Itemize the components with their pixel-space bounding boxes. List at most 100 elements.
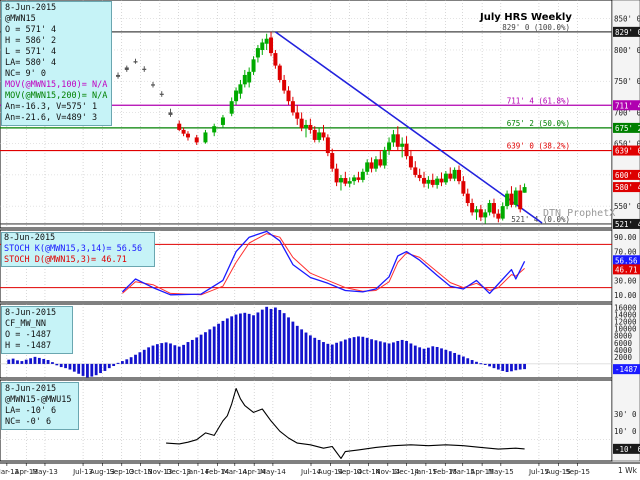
cot-bar <box>269 308 273 364</box>
cot-bar <box>186 342 190 364</box>
stoch-tick-label-4: 10.00 <box>614 291 637 300</box>
candle-body <box>321 132 326 138</box>
cot-bar <box>29 358 32 364</box>
cot-bar <box>199 334 203 364</box>
cot-bar <box>64 363 67 369</box>
cot-bar <box>256 312 260 364</box>
candle-body <box>426 179 431 184</box>
candle-body <box>413 167 418 175</box>
cot-bar <box>274 307 277 364</box>
cot-bar <box>317 339 321 364</box>
cot-legend-date: 8-Jun-2015 <box>5 308 57 318</box>
axis-tag-600-text: 600' 0 <box>615 171 640 180</box>
spread-legend-last: LA= -10' 6 <box>5 406 57 416</box>
cot-legend-high: H = -1487 <box>5 341 52 351</box>
candle-body <box>317 132 322 140</box>
cot-bar <box>304 332 308 364</box>
cot-bar <box>278 309 282 364</box>
cot-bar <box>239 313 242 364</box>
cot-bar <box>160 343 164 364</box>
candle-body <box>387 142 392 150</box>
candle-body <box>304 124 308 129</box>
price-legend-date: 8-Jun-2015 <box>5 3 57 13</box>
cot-bar <box>453 352 457 364</box>
candle-body <box>369 162 374 169</box>
candle-body <box>343 178 348 184</box>
candle-body <box>417 174 422 179</box>
candle-body <box>247 71 252 83</box>
candle-body <box>334 168 339 183</box>
cot-bar <box>68 363 72 370</box>
cot-tag-text: -1487 <box>615 365 638 374</box>
cot-bar <box>169 343 172 364</box>
cot-bar <box>103 363 107 371</box>
cot-bar <box>326 343 330 364</box>
cot-bar <box>335 342 338 364</box>
cot-bar <box>243 312 247 364</box>
candle-body <box>185 133 190 138</box>
spread-legend: 8-Jun-2015 @MWN15-@MWU15 LA= -10' 6 NC= … <box>1 382 79 430</box>
cot-bar <box>518 363 522 370</box>
cot-bar <box>42 358 46 364</box>
candle-body <box>299 118 304 129</box>
cot-bar <box>11 358 15 364</box>
candle-body <box>347 181 352 184</box>
candle-body <box>212 126 217 133</box>
x-tick-label-27: Sep-15 <box>565 468 590 476</box>
cot-bar <box>86 363 89 378</box>
cot-bar <box>496 363 500 370</box>
cot-bar <box>164 342 168 364</box>
candle-body <box>133 61 138 63</box>
candle-body <box>474 209 479 213</box>
cot-bar <box>510 363 513 372</box>
price-legend-symbol: @MWN15 <box>5 14 36 24</box>
candle-body <box>286 90 291 102</box>
cot-bar <box>448 351 452 364</box>
price-legend-high: H = 586' 2 <box>5 36 57 46</box>
spread-tick-label-0: 30' 0 <box>614 410 637 419</box>
retracement-label-3: 639' 0 (38.2%) <box>507 142 570 151</box>
candle-body <box>461 181 466 194</box>
candle-body <box>260 42 265 50</box>
cot-bar <box>182 344 185 364</box>
cot-bar <box>265 306 269 364</box>
candle-body <box>203 132 208 143</box>
cot-bar <box>514 363 518 371</box>
cot-legend-open: O = -1487 <box>5 330 52 340</box>
cot-bar <box>59 363 63 368</box>
cot-bar <box>147 347 151 364</box>
candle-body <box>391 134 396 143</box>
candle-body <box>142 68 147 70</box>
cot-bar <box>151 345 155 364</box>
cot-bar <box>94 363 98 376</box>
cot-bar <box>16 360 19 364</box>
candle-body <box>500 206 505 219</box>
cot-bar <box>361 336 365 364</box>
candle-body <box>483 212 488 218</box>
candle-body <box>435 178 440 185</box>
cot-bar <box>440 348 443 364</box>
stoch-d-tag-text: 46.71 <box>615 265 638 274</box>
price-legend-open: O = 571' 4 <box>5 25 57 35</box>
candle-body <box>234 90 239 102</box>
candle-body <box>382 149 387 166</box>
stoch-legend-k: STOCH K(@MWN15,3,14)= 56.56 <box>4 244 143 254</box>
cot-bar <box>282 313 286 364</box>
retracement-label-1: 711' 4 (61.8%) <box>507 96 570 105</box>
cot-bar <box>125 359 129 364</box>
candle-body <box>465 193 470 204</box>
cot-bar <box>204 332 207 364</box>
spread-legend-symbol: @MWN15-@MWU15 <box>5 395 72 405</box>
candle-body <box>360 171 365 180</box>
cot-bar <box>116 362 120 364</box>
candle-body <box>422 178 427 184</box>
chart-title: July HRS Weekly <box>480 12 572 23</box>
retracement-axis-tag-text-3: 639' 0 <box>615 147 640 156</box>
cot-bar <box>383 342 387 364</box>
cot-bar <box>392 342 395 364</box>
candle-body <box>513 190 518 205</box>
cot-bar <box>55 363 59 366</box>
retracement-axis-tag-text-4: 521' 4 <box>615 220 640 229</box>
candle-body <box>181 129 186 134</box>
stoch-tick-label-1: 70.00 <box>614 248 637 257</box>
